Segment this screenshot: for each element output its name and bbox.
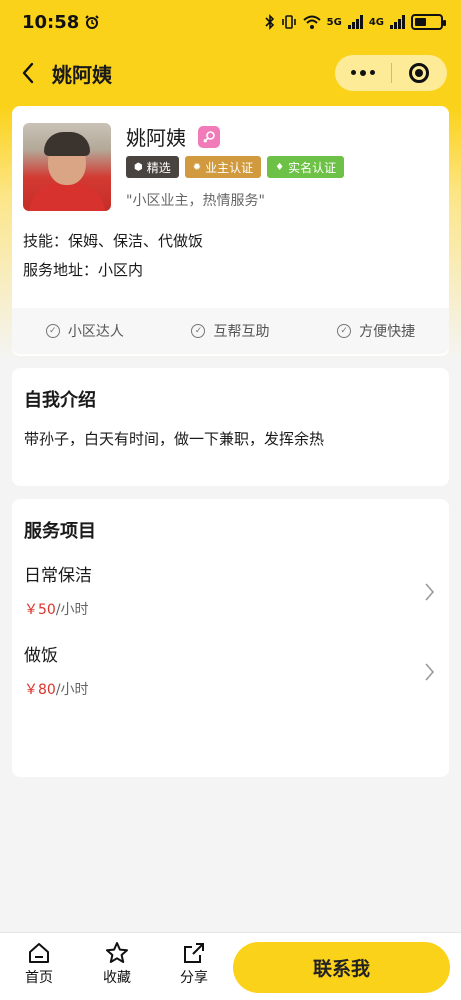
badge-featured: ⬢ 精选 (126, 156, 179, 178)
share-label: 分享 (180, 970, 208, 986)
check-circle-icon: ✓ (45, 324, 60, 338)
vibrate-icon (281, 15, 296, 29)
profile-card: 姚阿姨 ⬢ 精选 ✹ 业主认证 ♦ 实名认证 "小区业主，热情服务" 技能：保姆… (12, 106, 449, 356)
battery-icon (411, 14, 446, 30)
motto-text: "小区业主，热情服务" (126, 193, 265, 209)
favorite-button[interactable]: 收藏 (92, 941, 142, 987)
address-text: 服务地址：小区内 (23, 261, 144, 279)
status-bar: 10:58 5G 4G (0, 0, 461, 44)
service-price: ￥80/小时 (24, 682, 89, 698)
feature-bar: ✓ 小区达人 ✓ 互帮互助 ✓ 方便快捷 (12, 308, 449, 354)
star-icon (106, 942, 128, 963)
bottom-action-bar: 首页 收藏 分享 联系我 (0, 932, 461, 1000)
check-circle-icon: ✓ (337, 324, 352, 338)
service-item-cooking[interactable]: 做饭 ￥80/小时 (24, 641, 437, 713)
feature-item: ✓ 小区达人 (45, 321, 124, 341)
status-time: 10:58 (22, 11, 80, 33)
wifi-icon (302, 15, 321, 29)
feature-item: ✓ 方便快捷 (337, 321, 415, 341)
page-title: 姚阿姨 (52, 62, 112, 87)
close-target-icon (409, 63, 430, 83)
favorite-label: 收藏 (103, 970, 131, 986)
home-label: 首页 (25, 970, 53, 986)
skills-text: 技能：保姆、保洁、代做饭 (23, 232, 204, 250)
badge-row: ⬢ 精选 ✹ 业主认证 ♦ 实名认证 (126, 156, 345, 178)
provider-name: 姚阿姨 (126, 126, 186, 150)
mini-program-capsule (335, 55, 447, 91)
diamond-icon: ♦ (275, 161, 285, 173)
hexagon-icon: ⬢ (134, 161, 143, 173)
gear-badge-icon: ✹ (192, 161, 202, 173)
more-icon (350, 70, 375, 76)
service-name: 日常保洁 (24, 566, 92, 586)
bluetooth-icon (265, 14, 274, 30)
signal-icon (347, 15, 363, 29)
close-button[interactable] (392, 55, 448, 91)
chevron-right-icon (425, 583, 435, 601)
female-icon (198, 125, 220, 148)
intro-text: 带孙子，白天有时间，做一下兼职，发挥余热 (24, 430, 325, 448)
network-label-4g: 4G (368, 16, 384, 28)
intro-card: 自我介绍 带孙子，白天有时间，做一下兼职，发挥余热 (12, 368, 449, 486)
alarm-icon (85, 15, 100, 29)
feature-item: ✓ 互帮互助 (191, 321, 269, 341)
network-label-5g: 5G (326, 16, 342, 28)
service-card: 服务项目 日常保洁 ￥50/小时 做饭 ￥80/小时 (12, 499, 449, 777)
badge-realname-verified: ♦ 实名认证 (267, 156, 345, 178)
badge-owner-verified: ✹ 业主认证 (184, 156, 262, 178)
check-circle-icon: ✓ (191, 324, 206, 338)
home-icon (29, 943, 49, 963)
home-button[interactable]: 首页 (14, 941, 64, 987)
back-icon (22, 62, 34, 84)
more-button[interactable] (335, 55, 391, 91)
signal-icon-2 (390, 15, 405, 29)
services-title: 服务项目 (24, 521, 96, 542)
back-button[interactable] (14, 59, 42, 87)
service-item-cleaning[interactable]: 日常保洁 ￥50/小时 (24, 561, 437, 633)
contact-button[interactable]: 联系我 (233, 942, 450, 993)
share-button[interactable]: 分享 (169, 941, 219, 987)
service-name: 做饭 (24, 646, 58, 666)
intro-title: 自我介绍 (24, 390, 96, 411)
share-icon (184, 943, 204, 963)
avatar[interactable] (23, 123, 111, 211)
nav-bar: 姚阿姨 (0, 50, 461, 96)
service-price: ￥50/小时 (24, 602, 89, 618)
chevron-right-icon (425, 663, 435, 681)
